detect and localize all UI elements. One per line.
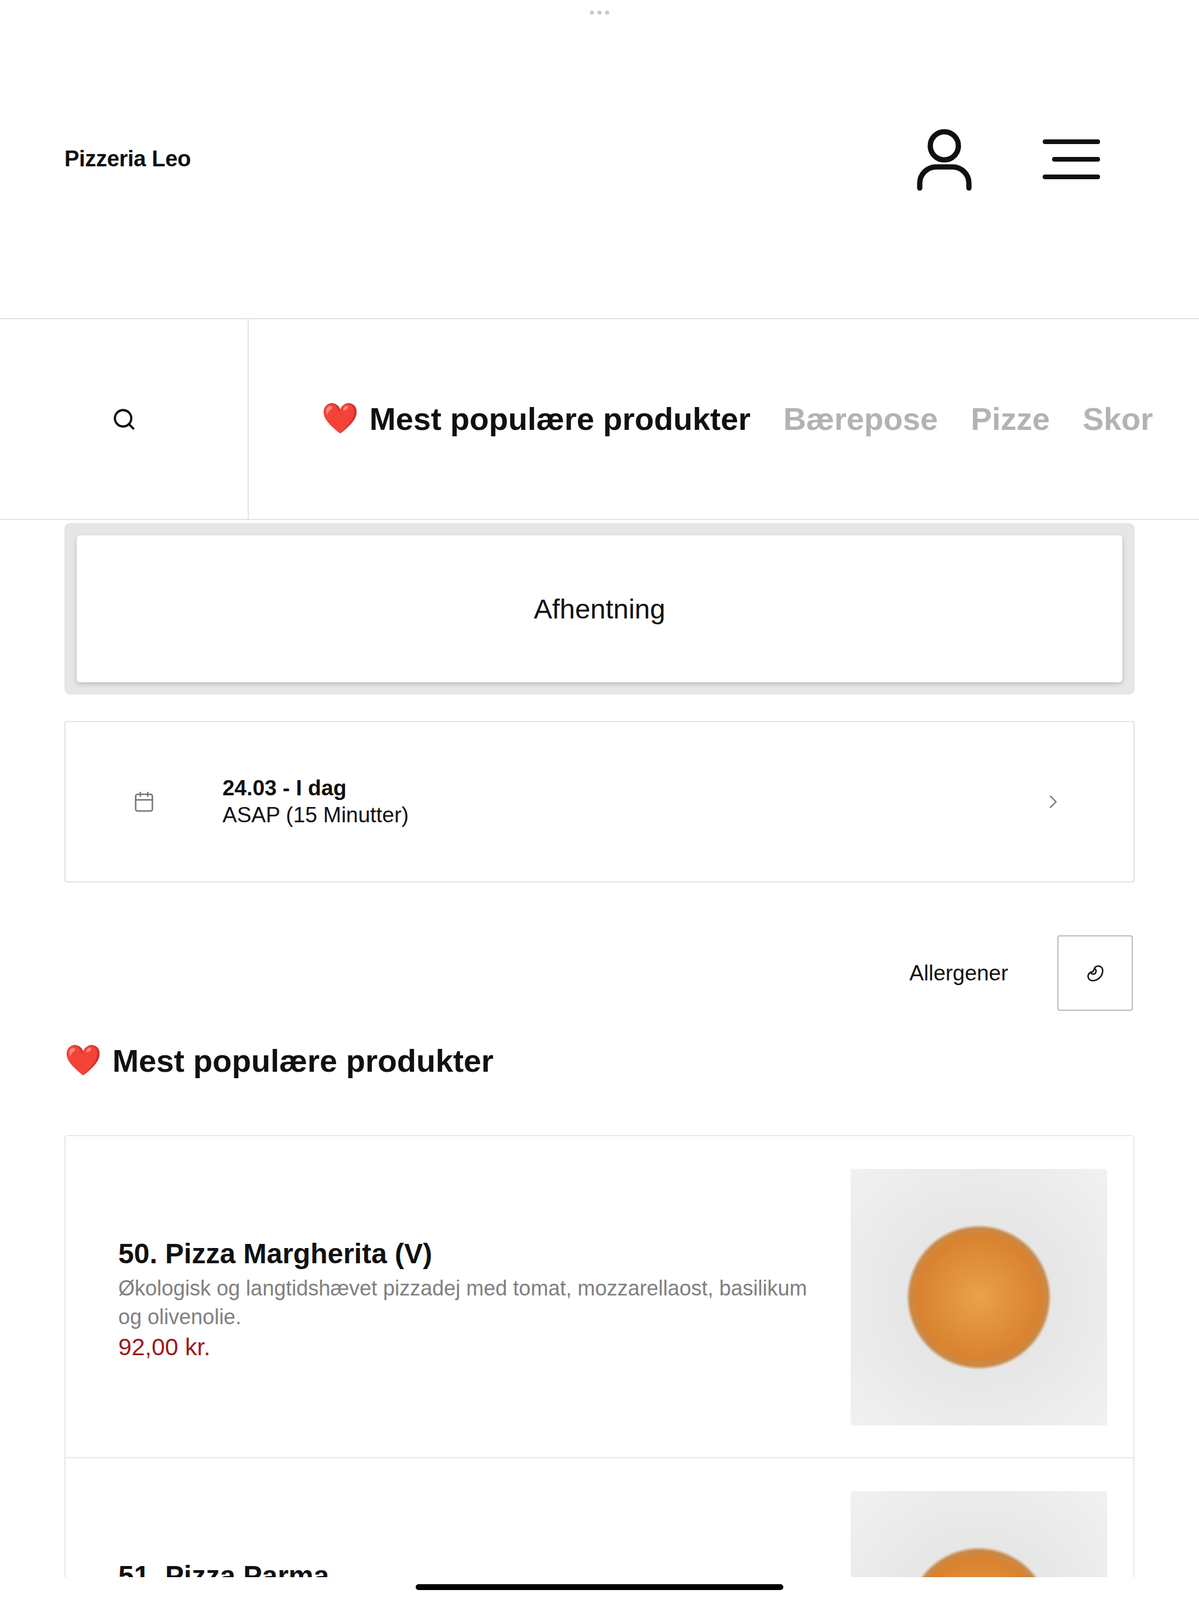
heart-icon: ❤️ xyxy=(321,399,359,439)
heart-icon: ❤️ xyxy=(64,1040,102,1081)
category-tab[interactable]: Pizze xyxy=(970,398,1050,440)
logo[interactable]: Pizzeria Leo xyxy=(64,146,191,172)
category-tabs: ❤️Mest populære produkter Bærepose Pizze Sk… xyxy=(248,319,1199,519)
bottom-bar xyxy=(0,1576,1199,1600)
category-nav: ❤️Mest populære produkter Bærepose Pizze Sk… xyxy=(0,319,1199,520)
category-tab[interactable]: Skor xyxy=(1082,398,1153,440)
delivery-mode-toggle: Afhentning xyxy=(64,522,1135,695)
product-price: 92,00 kr. xyxy=(118,1333,810,1361)
product-image xyxy=(850,1168,1108,1425)
chevron-right-icon xyxy=(1042,790,1065,813)
search-button[interactable] xyxy=(0,319,249,519)
header-actions xyxy=(915,127,1101,192)
product-row[interactable]: 51. Pizza Parma xyxy=(65,1457,1134,1577)
user-icon xyxy=(915,127,974,192)
allergen-label: Allergener xyxy=(909,960,1009,986)
product-text: 50. Pizza Margherita (V)Økologisk og lan… xyxy=(118,1168,810,1361)
product-image xyxy=(850,1490,1108,1577)
product-text: 51. Pizza Parma xyxy=(118,1490,810,1577)
multitask-handle-icon[interactable] xyxy=(590,10,610,15)
product-list: 50. Pizza Margherita (V)Økologisk og lan… xyxy=(64,1134,1135,1577)
home-indicator[interactable] xyxy=(415,1583,784,1590)
product-title: 51. Pizza Parma xyxy=(118,1558,810,1577)
account-button[interactable] xyxy=(915,127,974,192)
category-tab[interactable]: ❤️Mest populære produkter xyxy=(321,398,751,440)
allergen-row: Allergener xyxy=(64,934,1135,1011)
allergen-icon xyxy=(1086,964,1105,982)
allergen-button[interactable] xyxy=(1057,934,1133,1011)
schedule-text: 24.03 - I dagASAP (15 Minutter) xyxy=(222,775,975,828)
menu-button[interactable] xyxy=(1042,138,1101,180)
schedule-date: 24.03 - I dag xyxy=(222,775,975,801)
page: Pizzeria Leo ❤️Mest populære produkter Bær… xyxy=(0,0,1199,1600)
menu-icon xyxy=(1042,138,1101,180)
header: Pizzeria Leo xyxy=(0,0,1199,320)
product-row[interactable]: 50. Pizza Margherita (V)Økologisk og lan… xyxy=(65,1135,1134,1458)
schedule-picker[interactable]: 24.03 - I dagASAP (15 Minutter) xyxy=(64,720,1135,883)
search-icon xyxy=(111,406,137,432)
section-title: ❤️Mest populære produkter xyxy=(64,1039,1135,1081)
schedule-time: ASAP (15 Minutter) xyxy=(222,802,975,828)
category-tab[interactable]: Bærepose xyxy=(783,398,938,440)
calendar-icon xyxy=(132,790,156,813)
content: Afhentning 24.03 - I dagASAP (15 Minutter… xyxy=(0,519,1199,1577)
delivery-mode-option[interactable]: Afhentning xyxy=(76,535,1123,683)
product-description: Økologisk og langtidshævet pizzadej med … xyxy=(118,1273,810,1331)
product-title: 50. Pizza Margherita (V) xyxy=(118,1236,810,1272)
